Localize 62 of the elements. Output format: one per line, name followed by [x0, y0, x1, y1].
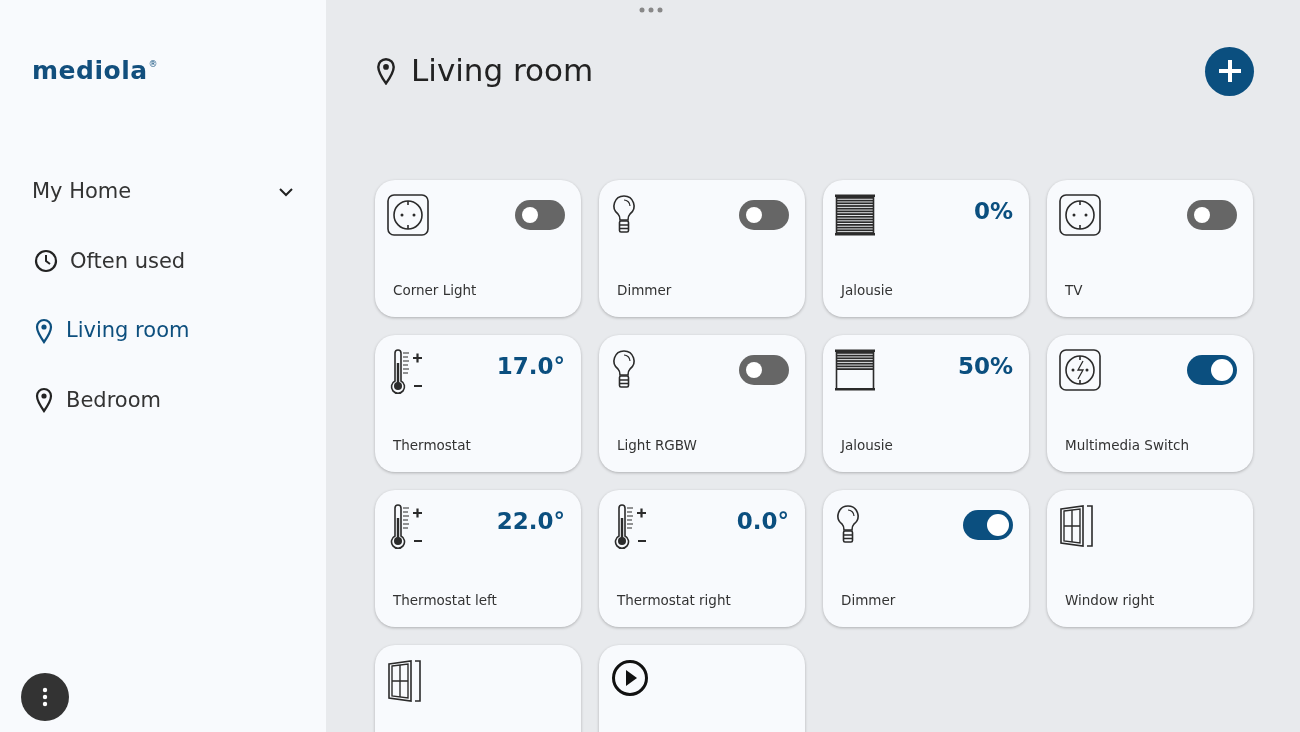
- device-tile[interactable]: Corner Light: [375, 180, 581, 317]
- device-label: Thermostat: [393, 435, 472, 455]
- light-bulb-icon: [835, 504, 861, 546]
- registered-mark: ®: [148, 58, 158, 71]
- device-label: Thermostat left: [393, 590, 498, 610]
- toggle-switch[interactable]: [963, 510, 1013, 540]
- blind-icon: [835, 194, 875, 236]
- device-tile[interactable]: Light RGBW: [599, 335, 805, 472]
- play-icon: [611, 659, 649, 697]
- device-tile[interactable]: 50% Jalousie: [823, 335, 1029, 472]
- more-icon: [42, 687, 48, 707]
- toggle-switch[interactable]: [739, 355, 789, 385]
- device-tile[interactable]: Window right: [1047, 490, 1253, 627]
- add-button[interactable]: [1205, 46, 1254, 96]
- device-label: Jalousie: [841, 280, 894, 300]
- drag-handle-icon[interactable]: [638, 6, 664, 14]
- toggle-switch[interactable]: [739, 200, 789, 230]
- plus-icon: [1216, 58, 1243, 84]
- device-label: Multimedia Switch: [1065, 435, 1190, 455]
- device-value: 17.0°: [496, 355, 565, 378]
- page-title: Living room: [411, 52, 594, 90]
- logo-text: mediola: [32, 58, 148, 83]
- light-bulb-icon: [611, 194, 637, 236]
- toggle-switch[interactable]: [515, 200, 565, 230]
- device-value: 22.0°: [496, 510, 565, 533]
- sidebar-item[interactable]: Bedroom: [32, 384, 161, 416]
- more-menu-button[interactable]: [21, 673, 69, 721]
- device-label: Jalousie: [841, 435, 894, 455]
- menu-group-label[interactable]: My Home: [32, 176, 132, 208]
- device-value: 0%: [973, 200, 1013, 223]
- window-icon: [1059, 504, 1095, 548]
- device-label: Dimmer: [841, 590, 897, 610]
- pin-icon: [34, 387, 54, 414]
- toggle-switch[interactable]: [1187, 200, 1237, 230]
- lightning-socket-icon: [1059, 349, 1101, 391]
- device-label: Thermostat right: [617, 590, 732, 610]
- socket-icon: [1059, 194, 1101, 236]
- device-tile[interactable]: 0% Jalousie: [823, 180, 1029, 317]
- pin-icon: [375, 56, 397, 86]
- socket-icon: [387, 194, 429, 236]
- device-tile[interactable]: Multimedia Switch: [1047, 335, 1253, 472]
- light-bulb-icon: [611, 349, 637, 391]
- device-tile[interactable]: Dimmer: [599, 180, 805, 317]
- device-tile[interactable]: 17.0° Thermostat: [375, 335, 581, 472]
- device-tile[interactable]: Dimmer: [823, 490, 1029, 627]
- device-tile[interactable]: 22.0° Thermostat left: [375, 490, 581, 627]
- pin-icon: [34, 317, 54, 344]
- blind-icon: [835, 349, 875, 391]
- toggle-switch[interactable]: [1187, 355, 1237, 385]
- device-label: TV: [1065, 280, 1084, 300]
- sidebar-item[interactable]: Often used: [32, 245, 186, 277]
- clock-icon: [34, 249, 58, 274]
- device-value: 0.0°: [736, 510, 789, 533]
- device-label: Light RGBW: [617, 435, 698, 455]
- device-label: Dimmer: [617, 280, 673, 300]
- device-label: Corner Light: [393, 280, 478, 300]
- device-value: 50%: [957, 355, 1013, 378]
- sidebar-item[interactable]: Living room: [32, 315, 190, 347]
- device-label: Window right: [1065, 590, 1156, 610]
- device-tile[interactable]: 0.0° Thermostat right: [599, 490, 805, 627]
- window-icon: [387, 659, 423, 703]
- device-tile[interactable]: TV: [1047, 180, 1253, 317]
